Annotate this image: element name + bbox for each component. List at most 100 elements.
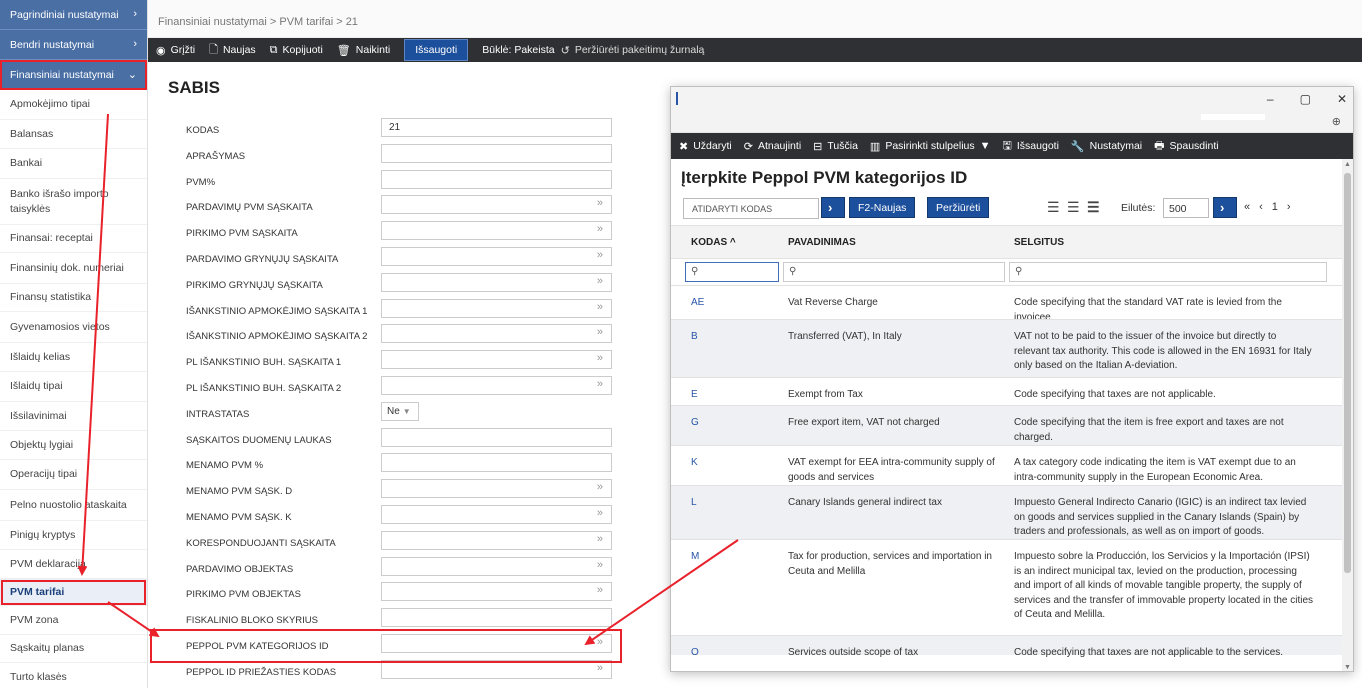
minimize-icon[interactable]: – <box>1267 92 1274 106</box>
sidebar-item[interactable]: Pelno nuostolio ataskaita <box>0 490 147 521</box>
window-titlebar[interactable]: – ▢ ✕ <box>671 87 1353 111</box>
cell-code[interactable]: E <box>691 388 698 403</box>
first-page-icon[interactable]: « <box>1244 201 1250 213</box>
sidebar-header-general-settings[interactable]: Bendri nustatymai › <box>0 30 147 60</box>
sidebar-item[interactable]: PVM zona <box>0 606 147 635</box>
lookup-picker-icon[interactable]: » <box>597 378 603 390</box>
rows-input[interactable]: 500 <box>1163 198 1209 218</box>
preview-button[interactable]: Peržiūrėti <box>927 197 990 218</box>
field-input[interactable]: » <box>381 376 612 395</box>
lookup-picker-icon[interactable]: » <box>597 352 603 364</box>
back-button[interactable]: ◉ Grįžti <box>156 44 195 57</box>
sidebar-item[interactable]: Sąskaitų planas <box>0 635 147 663</box>
settings-button[interactable]: 🔧 Nustatymai <box>1071 140 1142 153</box>
field-input[interactable] <box>381 143 612 163</box>
choose-columns-button[interactable]: ▥ Pasirinkti stulpelius ▼ <box>870 140 991 153</box>
clear-button[interactable]: ⊟ Tuščia <box>813 140 858 153</box>
cell-code[interactable]: B <box>691 330 698 345</box>
sidebar-item[interactable]: Balansas <box>0 120 147 149</box>
table-row[interactable]: M Tax for production, services and import… <box>671 539 1353 635</box>
cell-code[interactable]: G <box>691 416 699 431</box>
field-input[interactable]: » <box>381 195 612 215</box>
field-input[interactable]: » <box>381 556 612 576</box>
new-button[interactable]: 🗋 Naujas <box>209 41 256 60</box>
field-input[interactable]: 21 <box>381 118 612 137</box>
table-row[interactable]: L Canary Islands general indirect tax Impu… <box>671 485 1353 539</box>
sidebar-header-financial-settings[interactable]: Finansiniai nustatymai ⌄ <box>0 60 147 90</box>
lookup-picker-icon[interactable]: » <box>597 481 603 493</box>
next-page-icon[interactable]: › <box>1287 201 1291 213</box>
sidebar-header-main-settings[interactable]: Pagrindiniai nustatymai › <box>0 0 147 30</box>
lookup-picker-icon[interactable]: » <box>597 559 603 571</box>
f2-new-button[interactable]: F2-Naujas <box>849 197 916 218</box>
copy-button[interactable]: ⧉ Kopijuoti <box>270 44 323 57</box>
view-compact-icon[interactable]: ☰ <box>1047 199 1060 216</box>
save-button[interactable]: Išsaugoti <box>404 39 469 61</box>
field-input[interactable] <box>381 427 612 447</box>
sidebar-item[interactable]: Pinigų kryptys <box>0 521 147 550</box>
sidebar-item[interactable]: Finansai: receptai <box>0 225 147 253</box>
field-input[interactable] <box>381 608 612 628</box>
sidebar-item[interactable]: Operacijų tipai <box>0 460 147 490</box>
table-row[interactable]: B Transferred (VAT), In Italy VAT not to b… <box>671 319 1353 377</box>
column-header-code[interactable]: KODAS ^ <box>691 237 736 248</box>
lookup-picker-icon[interactable]: » <box>597 249 603 261</box>
maximize-icon[interactable]: ▢ <box>1300 92 1311 106</box>
lookup-picker-icon[interactable]: » <box>597 507 603 519</box>
print-button[interactable]: 🖶 Spausdinti <box>1154 137 1218 156</box>
cell-code[interactable]: M <box>691 550 699 565</box>
table-row[interactable]: K VAT exempt for EEA intra-community supp… <box>671 445 1353 485</box>
table-row[interactable]: O Services outside scope of tax Code speci… <box>671 635 1353 658</box>
change-log-button[interactable]: ↺ Peržiūrėti pakeitimų žurnalą <box>561 44 705 57</box>
field-input[interactable]: » <box>381 298 612 318</box>
sidebar-item[interactable]: Finansinių dok. numeriai <box>0 253 147 284</box>
lookup-picker-icon[interactable]: » <box>597 223 603 235</box>
column-header-description[interactable]: SELGITUS <box>1014 237 1064 248</box>
sidebar-item[interactable]: Objektų lygiai <box>0 431 147 460</box>
field-input[interactable]: » <box>381 530 612 550</box>
lookup-picker-icon[interactable]: » <box>597 662 603 674</box>
breadcrumb[interactable]: Finansiniai nustatymai > PVM tarifai > 2… <box>148 0 1362 38</box>
open-code-input[interactable]: ATIDARYTI Kodas <box>683 198 819 219</box>
sidebar-item[interactable]: Išlaidų tipai <box>0 372 147 402</box>
cell-code[interactable]: L <box>691 496 697 511</box>
sidebar-item[interactable]: Apmokėjimo tipai <box>0 90 147 120</box>
zoom-icon[interactable]: ⊕ <box>1332 115 1341 128</box>
sidebar-item[interactable]: Banko išrašo importo taisyklės <box>0 179 147 225</box>
field-input[interactable]: » <box>381 582 612 602</box>
table-row[interactable]: AE Vat Reverse Charge Code specifying that… <box>671 285 1353 323</box>
name-search-input[interactable]: ⚲ <box>783 262 1005 282</box>
sidebar-item[interactable]: Gyvenamosios vietos <box>0 312 147 343</box>
cell-code[interactable]: O <box>691 646 699 661</box>
table-row[interactable]: G Free export item, VAT not charged Code s… <box>671 405 1353 445</box>
sidebar-item[interactable]: Turto klasės <box>0 663 147 688</box>
field-input[interactable]: » <box>381 247 612 266</box>
scrollbar-thumb[interactable] <box>1344 173 1351 573</box>
close-lookup-button[interactable]: ✖ Uždaryti <box>679 140 732 153</box>
lookup-picker-icon[interactable]: » <box>597 326 603 338</box>
field-input[interactable] <box>381 453 612 473</box>
scroll-down-icon[interactable]: ▼ <box>1344 664 1351 671</box>
scroll-up-icon[interactable]: ▲ <box>1344 161 1351 168</box>
field-input[interactable]: » <box>381 324 612 344</box>
refresh-button[interactable]: ⟳ Atnaujinti <box>744 140 801 153</box>
lookup-picker-icon[interactable]: » <box>597 275 603 287</box>
field-input[interactable]: » <box>381 350 612 370</box>
code-search-input[interactable]: ⚲ <box>685 262 779 282</box>
sidebar-item[interactable]: Finansų statistika <box>0 284 147 312</box>
intrastat-select[interactable]: Ne ▼ <box>381 401 419 421</box>
prev-page-icon[interactable]: ‹ <box>1259 201 1263 213</box>
delete-button[interactable]: 🗑 Naikinti <box>337 44 390 57</box>
field-input[interactable]: » <box>381 272 612 292</box>
rows-go-button[interactable]: › <box>1213 197 1237 218</box>
field-input[interactable]: » <box>381 479 612 499</box>
table-row[interactable]: E Exempt from Tax Code specifying that tax… <box>671 377 1353 405</box>
column-header-name[interactable]: PAVADINIMAS <box>788 237 856 248</box>
view-wide-icon[interactable]: ☰ <box>1087 199 1100 216</box>
go-button[interactable]: › <box>821 197 845 218</box>
field-input[interactable] <box>381 169 612 189</box>
address-bar[interactable] <box>1201 114 1265 120</box>
lookup-picker-icon[interactable]: » <box>597 197 603 209</box>
lookup-picker-icon[interactable]: » <box>597 301 603 313</box>
close-icon[interactable]: ✕ <box>1337 92 1347 106</box>
